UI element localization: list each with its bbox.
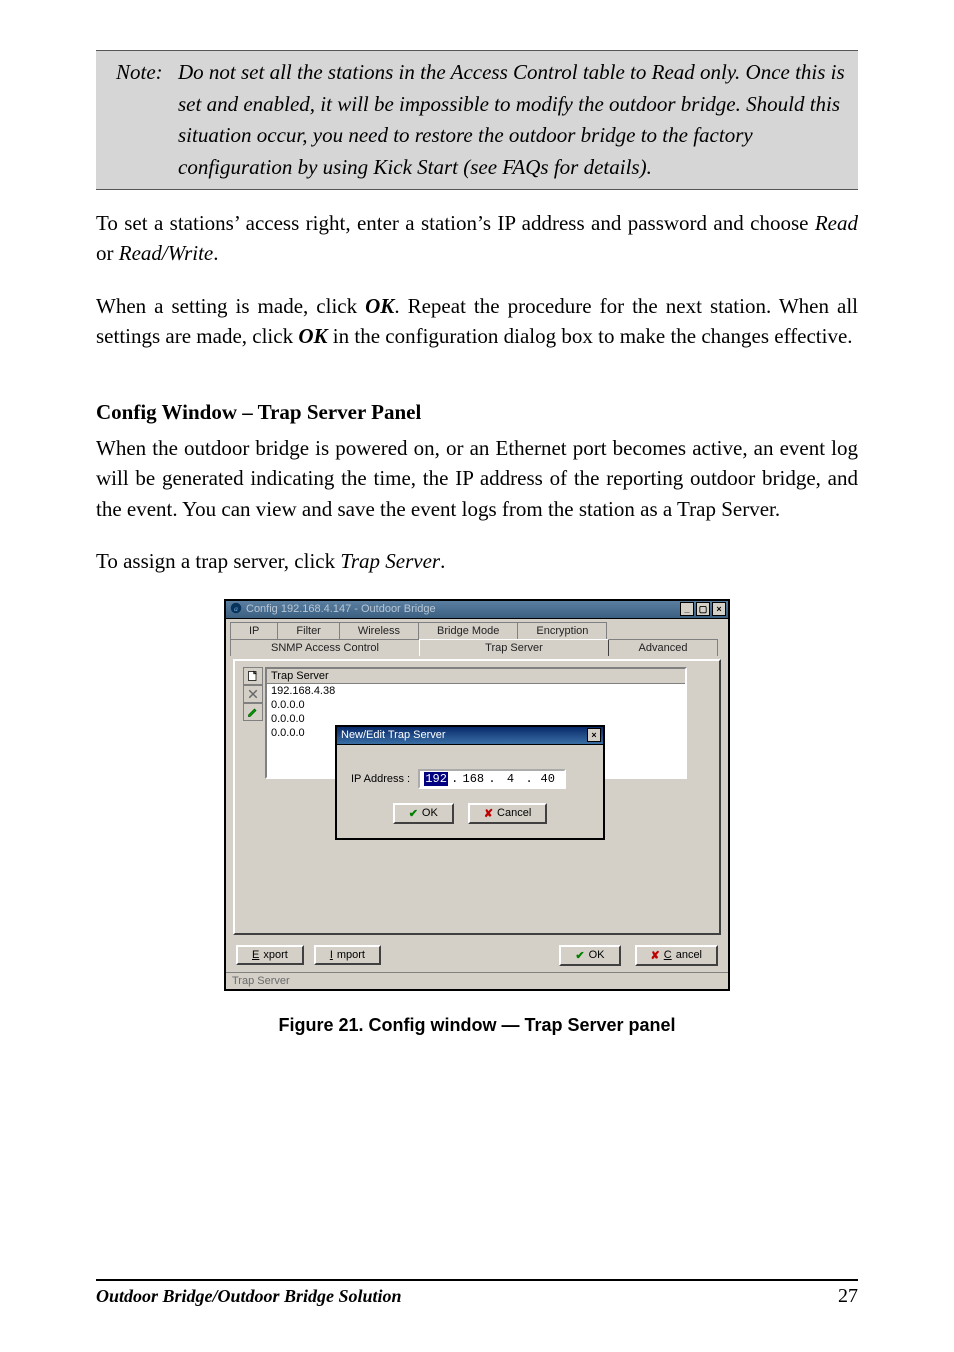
- app-icon: a: [230, 602, 242, 617]
- page-footer: Outdoor Bridge/Outdoor Bridge Solution 2…: [96, 1279, 858, 1308]
- footer-title: Outdoor Bridge/Outdoor Bridge Solution: [96, 1286, 402, 1307]
- mnemonic: C: [664, 949, 672, 961]
- config-window: a Config 192.168.4.147 - Outdoor Bridge …: [224, 599, 730, 991]
- note-block: Note: Do not set all the stations in the…: [96, 50, 858, 190]
- text-frag: .: [213, 241, 218, 265]
- text-frag: When a setting is made, click: [96, 294, 365, 318]
- btn-label: xport: [263, 949, 287, 961]
- new-edit-trap-dialog: New/Edit Trap Server × IP Address : 192.…: [335, 725, 605, 840]
- check-icon: ✔: [575, 949, 584, 962]
- tab-filter[interactable]: Filter: [277, 622, 339, 639]
- dialog-titlebar[interactable]: New/Edit Trap Server ×: [337, 727, 603, 745]
- text-frag: To assign a trap server, click: [96, 549, 340, 573]
- tab-bridge-mode[interactable]: Bridge Mode: [418, 622, 518, 639]
- mnemonic: E: [252, 949, 259, 961]
- btn-label: OK: [589, 949, 605, 961]
- dialog-title: New/Edit Trap Server: [337, 729, 450, 741]
- paragraph-trap-desc: When the outdoor bridge is powered on, o…: [96, 433, 858, 524]
- new-icon[interactable]: [243, 667, 263, 685]
- text-frag: or: [96, 241, 119, 265]
- trap-server-panel: Trap Server 192.168.4.38 0.0.0.0 0.0.0.0…: [233, 659, 721, 935]
- page-number: 27: [838, 1285, 858, 1308]
- ip-address-label: IP Address :: [351, 773, 410, 785]
- import-button[interactable]: Import: [314, 945, 381, 965]
- window-ok-button[interactable]: ✔ OK: [559, 945, 620, 966]
- check-icon: ✔: [409, 807, 418, 820]
- tabs-row-2: SNMP Access Control Trap Server Advanced: [230, 639, 724, 656]
- close-button[interactable]: ×: [712, 602, 726, 616]
- ip-seg-4[interactable]: 40: [536, 772, 560, 786]
- read-term: Read: [815, 211, 858, 235]
- section-heading: Config Window – Trap Server Panel: [96, 400, 858, 425]
- readwrite-term: Read/Write: [119, 241, 213, 265]
- cross-icon: ✘: [484, 807, 493, 820]
- btn-label: mport: [337, 949, 365, 961]
- paragraph-trap-click: To assign a trap server, click Trap Serv…: [96, 546, 858, 576]
- edit-icon[interactable]: [243, 703, 263, 721]
- dialog-close-button[interactable]: ×: [587, 728, 601, 742]
- tabs-row-1: IP Filter Wireless Bridge Mode Encryptio…: [230, 622, 724, 639]
- ip-seg-2[interactable]: 168: [461, 772, 485, 786]
- figure-caption: Figure 21. Config window — Trap Server p…: [96, 1015, 858, 1036]
- text-frag: .: [440, 549, 445, 573]
- export-button[interactable]: Export: [236, 945, 304, 965]
- btn-label: OK: [422, 807, 438, 819]
- minimize-button[interactable]: _: [680, 602, 694, 616]
- dialog-cancel-button[interactable]: ✘ Cancel: [468, 803, 547, 824]
- maximize-button[interactable]: ▢: [696, 602, 710, 616]
- ip-seg-1[interactable]: 192: [424, 772, 448, 786]
- tab-ip[interactable]: IP: [230, 622, 278, 639]
- list-item[interactable]: 0.0.0.0: [267, 698, 685, 712]
- window-cancel-button[interactable]: ✘ Cancel: [635, 945, 718, 966]
- tab-advanced[interactable]: Advanced: [608, 639, 718, 656]
- tab-encryption[interactable]: Encryption: [517, 622, 607, 639]
- btn-label: ancel: [676, 949, 702, 961]
- dialog-ok-button[interactable]: ✔ OK: [393, 803, 454, 824]
- note-label: Note:: [116, 57, 176, 89]
- tab-trap-server[interactable]: Trap Server: [419, 639, 609, 656]
- ip-seg-3[interactable]: 4: [499, 772, 523, 786]
- ok-term: OK: [298, 324, 327, 348]
- note-text: Do not set all the stations in the Acces…: [178, 57, 848, 183]
- ok-term: OK: [365, 294, 394, 318]
- paragraph-access-right: To set a stations’ access right, enter a…: [96, 208, 858, 269]
- svg-text:a: a: [234, 604, 238, 613]
- status-bar: Trap Server: [226, 972, 728, 989]
- list-header: Trap Server: [267, 669, 685, 684]
- trapserver-term: Trap Server: [340, 549, 440, 573]
- btn-label: Cancel: [497, 807, 531, 819]
- mnemonic: I: [330, 949, 333, 961]
- window-title: Config 192.168.4.147 - Outdoor Bridge: [246, 603, 436, 615]
- ip-address-input[interactable]: 192. 168. 4. 40: [418, 769, 566, 789]
- text-frag: To set a stations’ access right, enter a…: [96, 211, 815, 235]
- delete-icon[interactable]: [243, 685, 263, 703]
- paragraph-ok: When a setting is made, click OK. Repeat…: [96, 291, 858, 352]
- tab-wireless[interactable]: Wireless: [339, 622, 419, 639]
- cross-icon: ✘: [651, 949, 660, 962]
- tab-snmp[interactable]: SNMP Access Control: [230, 639, 420, 656]
- window-titlebar[interactable]: a Config 192.168.4.147 - Outdoor Bridge …: [226, 601, 728, 619]
- list-item[interactable]: 0.0.0.0: [267, 712, 685, 726]
- text-frag: in the configuration dialog box to make …: [328, 324, 853, 348]
- list-item[interactable]: 192.168.4.38: [267, 684, 685, 698]
